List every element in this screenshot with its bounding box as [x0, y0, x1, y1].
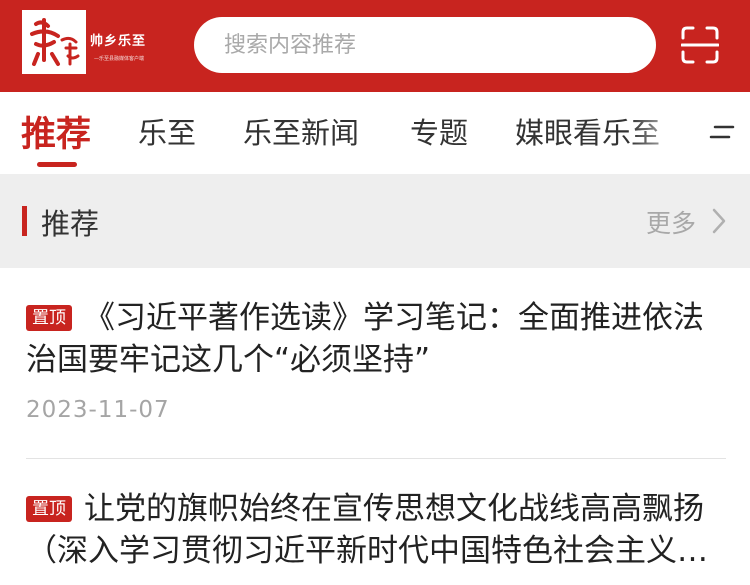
section-accent-bar — [22, 206, 27, 236]
section-title: 推荐 — [41, 207, 100, 241]
logo-subtitle: —乐至县融媒体客户端 — [94, 56, 145, 62]
article-item[interactable]: 置顶 《习近平著作选读》学习笔记：全面推进依法治国要牢记这几个“必须坚持” 202… — [26, 297, 726, 423]
article-title[interactable]: 置顶 《习近平著作选读》学习笔记：全面推进依法治国要牢记这几个“必须坚持” — [26, 297, 726, 381]
app-header: 帅乡乐至 —乐至县融媒体客户端 — [0, 0, 750, 92]
article-date: 2023-11-07 — [26, 397, 170, 423]
article-item[interactable]: 置顶 让党的旗帜始终在宣传思想文化战线高高飘扬（深入学习贯彻习近平新时代中国特色社… — [26, 488, 726, 572]
article-title[interactable]: 置顶 让党的旗帜始终在宣传思想文化战线高高飘扬（深入学习贯彻习近平新时代中国特色社… — [26, 488, 726, 572]
article-title-text: 让党的旗帜始终在宣传思想文化战线高高飘扬（深入学习贯彻习近平新时代中国特色社会主… — [26, 491, 708, 569]
search-input[interactable] — [224, 17, 624, 73]
logo-text: 帅乡乐至 — [90, 34, 147, 49]
tab-recommend[interactable]: 推荐 — [21, 106, 91, 157]
app-logo[interactable] — [22, 10, 86, 74]
logo-seal-icon — [22, 10, 86, 74]
tab-fade-overlay — [630, 92, 700, 174]
search-box[interactable] — [194, 17, 656, 73]
menu-icon[interactable] — [709, 125, 735, 141]
section-header: 推荐 更多 — [0, 174, 750, 268]
tab-special[interactable]: 专题 — [410, 110, 468, 152]
category-tabs: 推荐 乐至 乐至新闻 专题 媒眼看乐至 — [0, 92, 750, 174]
active-tab-indicator — [37, 162, 77, 167]
article-title-text: 《习近平著作选读》学习笔记：全面推进依法治国要牢记这几个“必须坚持” — [26, 300, 704, 378]
article-divider — [26, 458, 726, 459]
pinned-badge: 置顶 — [26, 496, 72, 522]
more-link[interactable]: 更多 — [646, 204, 696, 240]
tab-lezhi-news[interactable]: 乐至新闻 — [243, 110, 359, 152]
tab-lezhi[interactable]: 乐至 — [138, 110, 196, 152]
pinned-badge: 置顶 — [26, 305, 72, 331]
chevron-right-icon[interactable] — [712, 208, 726, 234]
scan-icon[interactable] — [680, 26, 720, 64]
